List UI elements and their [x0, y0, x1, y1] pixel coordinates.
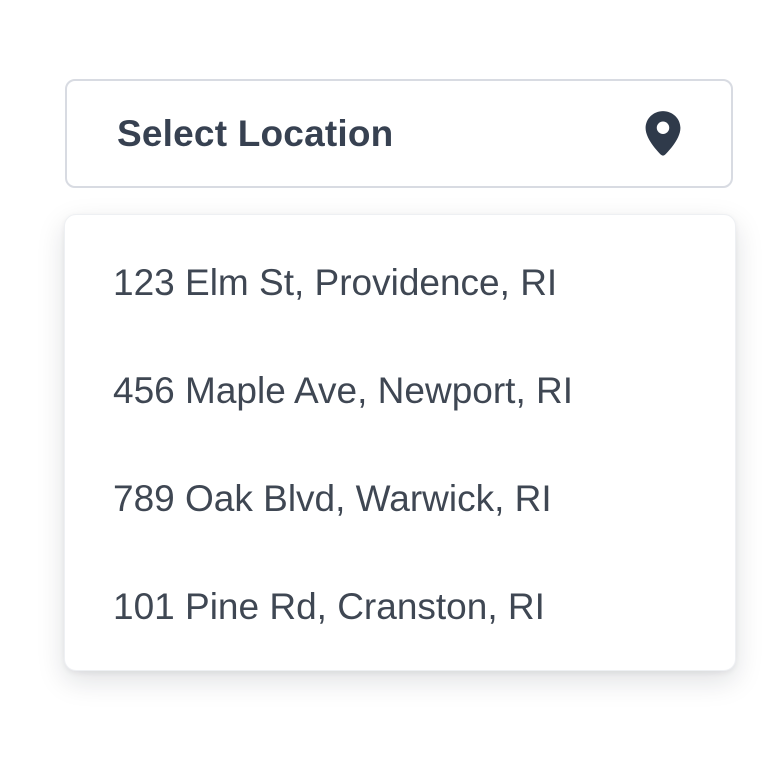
location-dropdown-menu: 123 Elm St, Providence, RI 456 Maple Ave… — [64, 214, 736, 671]
location-option[interactable]: 101 Pine Rd, Cranston, RI — [65, 553, 735, 661]
location-select-button[interactable]: Select Location — [65, 79, 733, 188]
location-option[interactable]: 456 Maple Ave, Newport, RI — [65, 337, 735, 445]
map-pin-icon — [639, 107, 687, 161]
location-option[interactable]: 789 Oak Blvd, Warwick, RI — [65, 445, 735, 553]
select-label: Select Location — [117, 112, 394, 154]
location-option[interactable]: 123 Elm St, Providence, RI — [65, 229, 735, 337]
location-select-widget: Select Location 123 Elm St, Providence, … — [0, 0, 783, 784]
